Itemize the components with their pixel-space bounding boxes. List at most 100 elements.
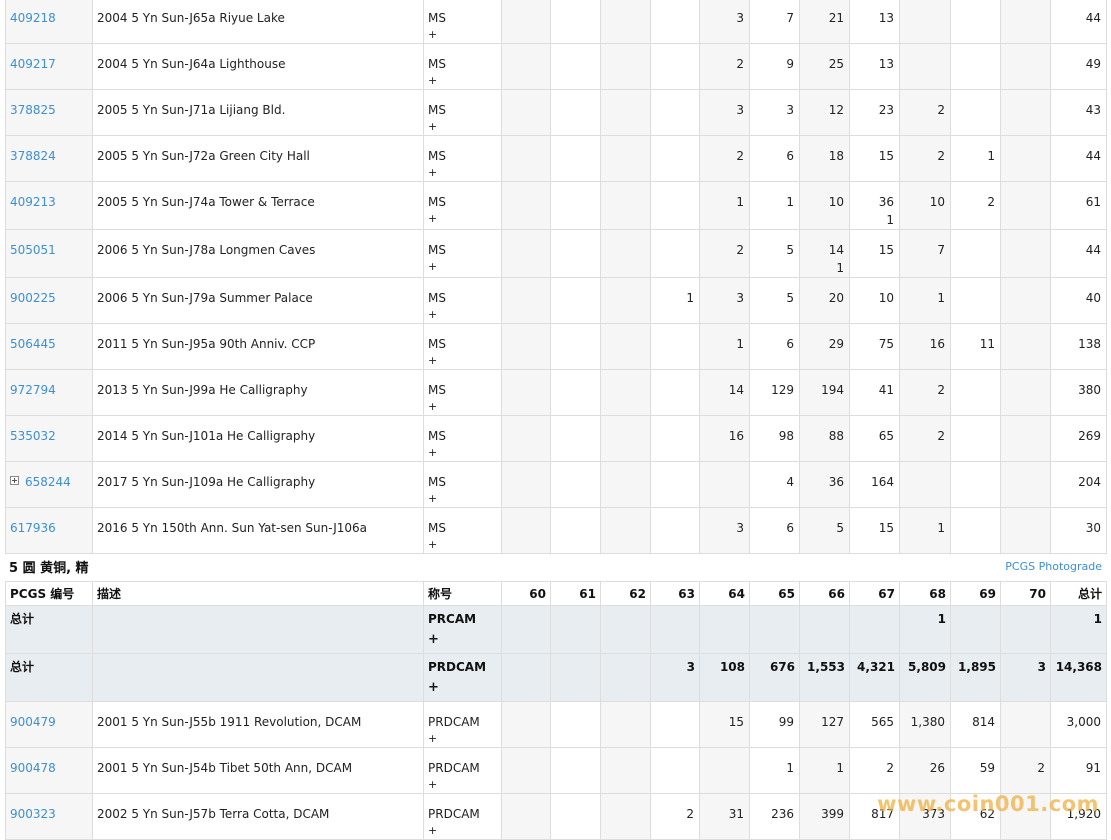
column-header: 60 bbox=[501, 581, 551, 606]
pcgs-number-link[interactable]: 409213 bbox=[10, 195, 56, 209]
grade-count: 16 bbox=[728, 429, 744, 443]
row-total-cell: 1 bbox=[1050, 605, 1107, 654]
grade-count: 4,321 bbox=[857, 660, 895, 674]
grade-66-cell: 399 bbox=[799, 793, 850, 840]
coin-description: 2004 5 Yn Sun-J64a Lighthouse bbox=[97, 57, 286, 71]
grade-69-cell bbox=[950, 277, 1001, 324]
grade-67-cell: 4,321 bbox=[849, 653, 900, 702]
pcgs-number-link[interactable]: 378825 bbox=[10, 103, 56, 117]
grade-64-cell: 1 bbox=[699, 323, 750, 370]
grade-count: 88 bbox=[828, 429, 844, 443]
pcgs-number-link[interactable]: 409218 bbox=[10, 11, 56, 25]
photograde-link[interactable]: PCGS Photograde bbox=[1005, 560, 1102, 573]
table-row: 409217 2004 5 Yn Sun-J64a Lighthouse MS +2 9… bbox=[5, 43, 1107, 90]
designation: PRCAM bbox=[428, 612, 477, 626]
grade-60-cell bbox=[501, 323, 551, 370]
plus-grade-count: 1 bbox=[886, 213, 894, 227]
grade-69-cell bbox=[950, 369, 1001, 416]
grade-count: 31 bbox=[728, 807, 744, 821]
grade-65-cell: 4 bbox=[749, 461, 800, 508]
pcgs-number-link[interactable]: 972794 bbox=[10, 383, 56, 397]
designation-cell: MS + bbox=[423, 0, 502, 44]
grade-count: 565 bbox=[871, 715, 894, 729]
grade-65-cell: 6 bbox=[749, 507, 800, 554]
grade-count: 2 bbox=[686, 807, 694, 821]
pcgs-number-link[interactable]: 900479 bbox=[10, 715, 56, 729]
pcgs-number-link[interactable]: 658244 bbox=[25, 475, 71, 489]
grade-69-cell: 2 bbox=[950, 181, 1001, 230]
designation: MS bbox=[428, 243, 446, 257]
pcgs-number-link[interactable]: 900323 bbox=[10, 807, 56, 821]
column-header-label: 64 bbox=[728, 587, 745, 601]
row-total-cell: 44 bbox=[1050, 135, 1107, 182]
grade-68-cell: 10 bbox=[899, 181, 951, 230]
row-total: 14,368 bbox=[1055, 660, 1102, 674]
grade-count: 14 bbox=[828, 243, 844, 257]
pcgs-number-link[interactable]: 505051 bbox=[10, 243, 56, 257]
row-total-cell: 14,368 bbox=[1050, 653, 1107, 702]
column-header: 总计 bbox=[1050, 581, 1107, 606]
grade-63-cell bbox=[650, 0, 700, 44]
designation-cell: MS + bbox=[423, 415, 502, 462]
grade-69-cell bbox=[950, 229, 1001, 278]
grade-60-cell bbox=[501, 415, 551, 462]
grade-count: 21 bbox=[828, 11, 844, 25]
population-table-top: 409218 2004 5 Yn Sun-J65a Riyue Lake MS +3 7… bbox=[5, 0, 1107, 554]
grade-65-cell: 98 bbox=[749, 415, 800, 462]
column-header: 68 bbox=[899, 581, 951, 606]
designation: MS bbox=[428, 475, 446, 489]
grade-70-cell bbox=[1000, 277, 1051, 324]
grade-70-cell bbox=[1000, 701, 1051, 748]
column-header: 64 bbox=[699, 581, 750, 606]
description-cell bbox=[92, 605, 424, 654]
grade-65-cell: 6 bbox=[749, 135, 800, 182]
grade-count: 2 bbox=[937, 103, 945, 117]
grade-count: 59 bbox=[979, 761, 995, 775]
grade-64-cell: 108 bbox=[699, 653, 750, 702]
grade-count: 2 bbox=[1037, 761, 1045, 775]
designation: PRDCAM bbox=[428, 715, 480, 729]
pcgs-number-link[interactable]: 409217 bbox=[10, 57, 56, 71]
grade-70-cell bbox=[1000, 0, 1051, 44]
pcgs-number-cell: 900479 bbox=[5, 701, 93, 748]
coin-description: 2005 5 Yn Sun-J71a Lijiang Bld. bbox=[97, 103, 286, 117]
pcgs-number-link[interactable]: 900225 bbox=[10, 291, 56, 305]
expand-plus-icon[interactable] bbox=[10, 476, 19, 485]
grade-count: 3 bbox=[736, 521, 744, 535]
grade-68-cell: 26 bbox=[899, 747, 951, 794]
row-total-cell: 269 bbox=[1050, 415, 1107, 462]
grade-65-cell: 1 bbox=[749, 181, 800, 230]
pcgs-number-link[interactable]: 900478 bbox=[10, 761, 56, 775]
grade-62-cell bbox=[600, 277, 651, 324]
grade-61-cell bbox=[550, 89, 601, 136]
grade-count: 1 bbox=[736, 337, 744, 351]
grade-67-cell: 2 bbox=[849, 747, 900, 794]
grade-count: 2 bbox=[736, 149, 744, 163]
table-row: 409218 2004 5 Yn Sun-J65a Riyue Lake MS +3 7… bbox=[5, 0, 1107, 44]
coin-description: 2001 5 Yn Sun-J54b Tibet 50th Ann, DCAM bbox=[97, 761, 353, 775]
column-header: 62 bbox=[600, 581, 651, 606]
grade-count: 6 bbox=[786, 521, 794, 535]
grade-68-cell: 16 bbox=[899, 323, 951, 370]
column-header-label: 68 bbox=[929, 587, 946, 601]
row-total: 380 bbox=[1078, 383, 1101, 397]
grade-count: 5 bbox=[836, 521, 844, 535]
grade-66-cell: 88 bbox=[799, 415, 850, 462]
pcgs-number-link[interactable]: 535032 bbox=[10, 429, 56, 443]
grade-61-cell bbox=[550, 605, 601, 654]
grade-65-cell: 676 bbox=[749, 653, 800, 702]
pcgs-number-link[interactable]: 617936 bbox=[10, 521, 56, 535]
grade-69-cell: 11 bbox=[950, 323, 1001, 370]
description-cell: 2006 5 Yn Sun-J78a Longmen Caves bbox=[92, 229, 424, 278]
row-total: 269 bbox=[1078, 429, 1101, 443]
grade-count: 15 bbox=[728, 715, 744, 729]
pcgs-number-link[interactable]: 506445 bbox=[10, 337, 56, 351]
table-row: 409213 2005 5 Yn Sun-J74a Tower & Terrace… bbox=[5, 181, 1107, 230]
grade-64-cell: 1 bbox=[699, 181, 750, 230]
grade-68-cell: 5,809 bbox=[899, 653, 951, 702]
grade-69-cell bbox=[950, 461, 1001, 508]
grade-62-cell bbox=[600, 747, 651, 794]
pcgs-number-link[interactable]: 378824 bbox=[10, 149, 56, 163]
grade-count: 1 bbox=[786, 761, 794, 775]
grade-60-cell bbox=[501, 605, 551, 654]
